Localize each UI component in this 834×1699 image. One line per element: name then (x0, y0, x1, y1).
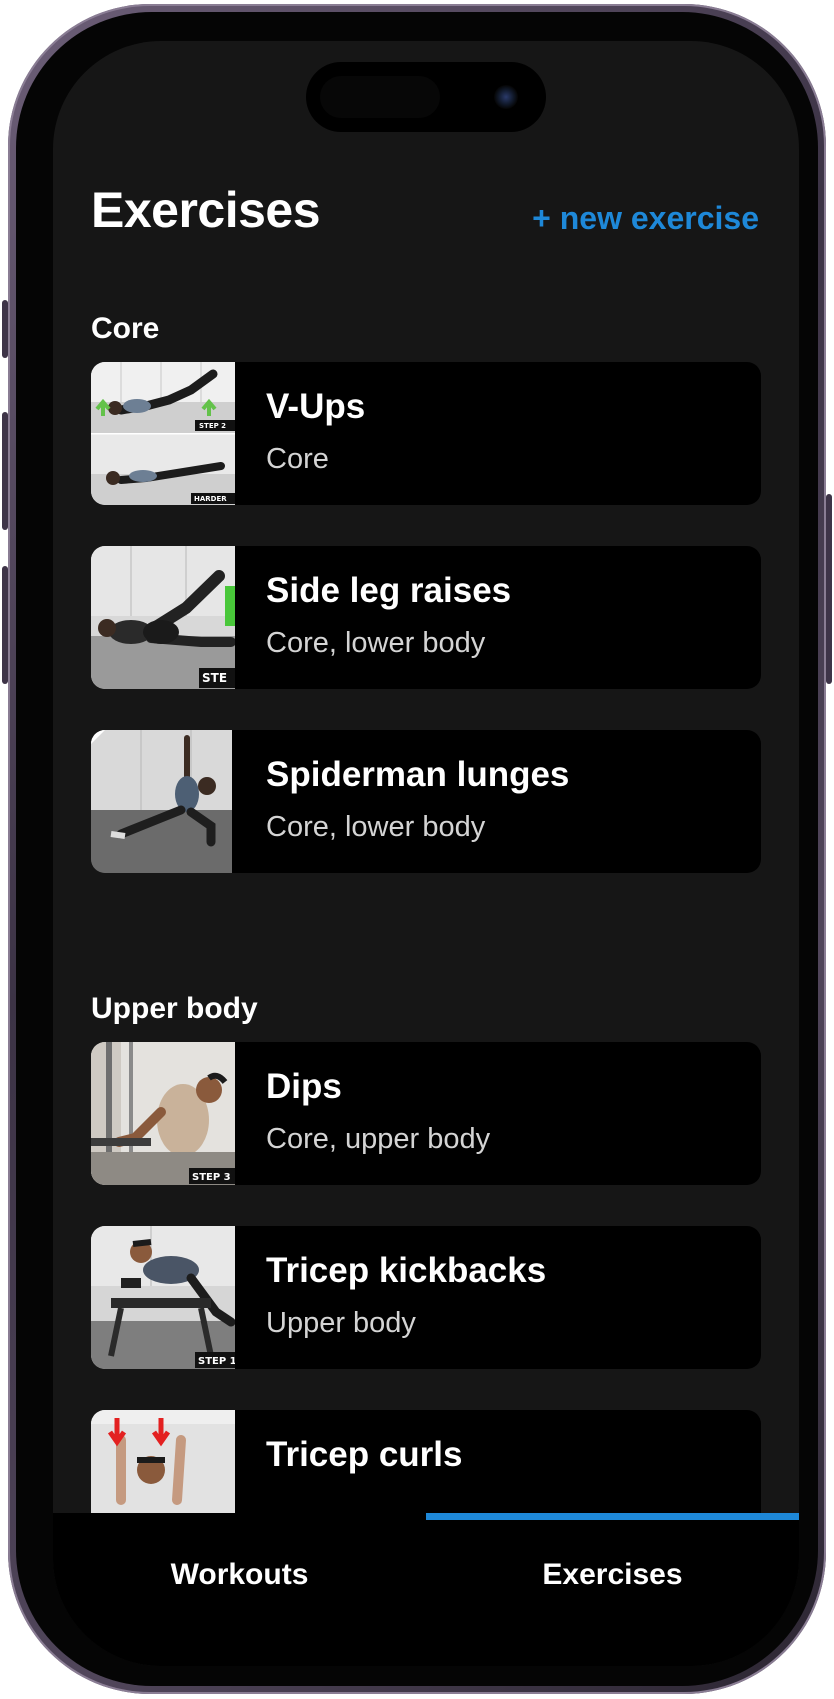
exercise-name: Side leg raises (266, 571, 512, 610)
exercise-name: Spiderman lunges (266, 755, 570, 794)
exercise-thumbnail: STEP 2 HARDER (91, 362, 235, 505)
thumb-caption: STE (202, 671, 227, 685)
section-title-core: Core (91, 312, 160, 345)
exercise-name: V-Ups (266, 387, 366, 426)
volume-down-button (2, 566, 8, 684)
exercise-card-dips[interactable]: STEP 3 Dips Core, upper body (91, 1042, 761, 1185)
exercise-thumbnail: STE (91, 546, 235, 689)
tab-bar: Workouts Exercises (53, 1513, 799, 1666)
exercise-name: Tricep kickbacks (266, 1251, 547, 1290)
exercise-tags: Core (266, 443, 329, 475)
exercise-thumbnail: STEP 1 (91, 1226, 235, 1369)
app-screen: Exercises + new exercise Core STEP 2 HAR… (53, 41, 799, 1666)
thumb-caption-2: HARDER (194, 495, 227, 503)
volume-up-button (2, 412, 8, 530)
exercise-card-tricep-curls[interactable]: Tricep curls (91, 1410, 761, 1513)
thumb-caption: STEP 3 (192, 1172, 231, 1183)
face-id-sensor (320, 76, 440, 118)
exercise-name: Tricep curls (266, 1435, 463, 1474)
power-button (826, 494, 832, 684)
thumb-caption: STEP 2 (199, 422, 226, 430)
tab-exercises[interactable]: Exercises (426, 1558, 799, 1592)
exercise-card-v-ups[interactable]: STEP 2 HARDER V-Ups Core (91, 362, 761, 505)
page-title: Exercises (91, 182, 321, 238)
exercise-tags: Core, lower body (266, 811, 486, 843)
exercise-thumbnail (91, 730, 235, 873)
exercise-card-spiderman-lunges[interactable]: Spiderman lunges Core, lower body (91, 730, 761, 873)
thumb-caption: STEP 1 (198, 1356, 235, 1367)
exercise-thumbnail: STEP 3 (91, 1042, 235, 1185)
exercise-thumbnail (91, 1410, 235, 1513)
exercise-tags: Core, lower body (266, 627, 486, 659)
exercise-tags: Core, upper body (266, 1123, 491, 1155)
front-camera-icon (494, 85, 518, 109)
active-tab-indicator (426, 1513, 799, 1520)
action-button (2, 300, 8, 358)
tab-workouts[interactable]: Workouts (53, 1558, 426, 1592)
dynamic-island (306, 62, 546, 132)
exercise-name: Dips (266, 1067, 342, 1106)
section-title-upper-body: Upper body (91, 992, 258, 1025)
exercises-list-view: Exercises + new exercise Core STEP 2 HAR… (53, 41, 799, 1513)
exercise-card-side-leg-raises[interactable]: STE Side leg raises Core, lower body (91, 546, 761, 689)
new-exercise-button[interactable]: + new exercise (532, 200, 759, 237)
exercise-card-tricep-kickbacks[interactable]: STEP 1 Tricep kickbacks Upper body (91, 1226, 761, 1369)
phone-frame: Exercises + new exercise Core STEP 2 HAR… (2, 4, 832, 1694)
exercise-tags: Upper body (266, 1307, 416, 1339)
